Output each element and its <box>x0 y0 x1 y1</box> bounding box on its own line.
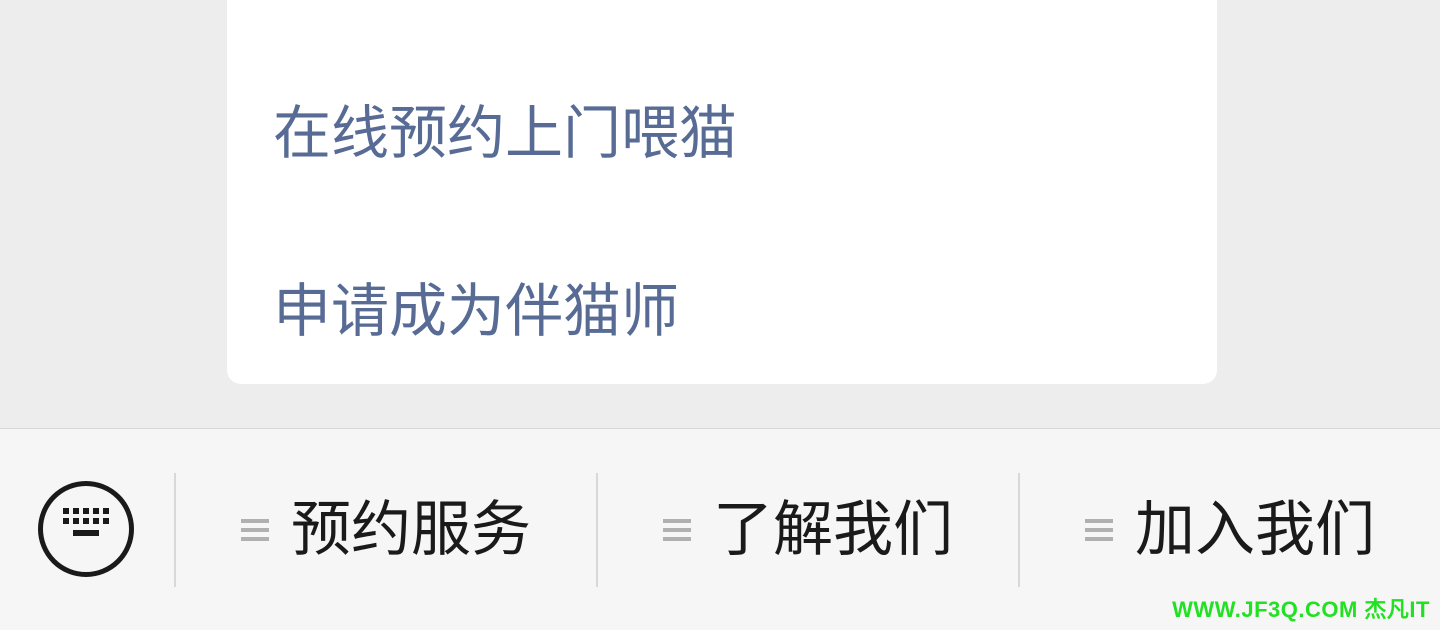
tab-join-us[interactable]: 加入我们 <box>1020 485 1440 575</box>
tab-about-us[interactable]: 了解我们 <box>598 485 1018 575</box>
tab-label: 了解我们 <box>713 495 953 565</box>
keyboard-toggle-button[interactable] <box>38 481 134 577</box>
watermark-text: WWW.JF3Q.COM 杰凡IT <box>1172 597 1430 622</box>
tab-label: 加入我们 <box>1135 495 1375 565</box>
hamburger-icon <box>241 519 269 541</box>
menu-item-book-cat-feeding[interactable]: 在线预约上门喂猫 <box>273 98 737 168</box>
menu-item-apply-cat-sitter[interactable]: 申请成为伴猫师 <box>273 276 679 346</box>
keyboard-icon <box>63 508 109 536</box>
hamburger-icon <box>663 519 691 541</box>
tab-label: 预约服务 <box>291 495 531 565</box>
chat-content-area: 在线预约上门喂猫 申请成为伴猫师 <box>0 0 1440 428</box>
popup-menu-card: 在线预约上门喂猫 申请成为伴猫师 <box>227 0 1217 384</box>
tab-book-service[interactable]: 预约服务 <box>176 485 596 575</box>
hamburger-icon <box>1085 519 1113 541</box>
